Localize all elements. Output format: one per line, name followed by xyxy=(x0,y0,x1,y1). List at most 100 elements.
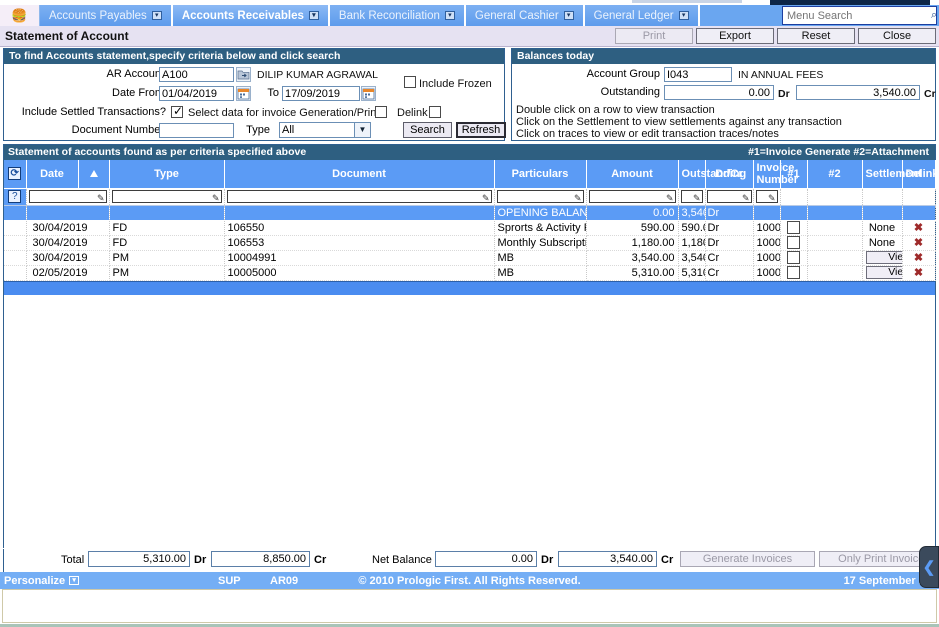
column-header-outstanding[interactable]: Outstanding xyxy=(678,160,746,189)
close-button[interactable]: Close xyxy=(858,28,936,44)
menu-tab-accounts-payables[interactable]: Accounts Payables ▾ xyxy=(40,5,173,26)
delete-x-icon[interactable]: ✖ xyxy=(902,265,936,281)
filter-amount-cell[interactable]: ✎ xyxy=(586,188,679,206)
reset-button[interactable]: Reset xyxy=(777,28,855,44)
filter-amount-input[interactable]: ✎ xyxy=(588,190,676,203)
table-row[interactable]: 02/05/2019 PM 10005000 MB 5,310.00 5,310… xyxy=(4,265,936,281)
cell-settlement[interactable]: None xyxy=(862,235,903,251)
cell-hash1[interactable] xyxy=(780,235,808,251)
opening-date xyxy=(26,205,110,221)
include-settled-checkbox[interactable] xyxy=(171,104,183,118)
chevron-down-icon: ▾ xyxy=(308,11,319,20)
filter-document-cell[interactable]: ✎ xyxy=(224,188,495,206)
cell-date: 30/04/2019 xyxy=(26,235,110,251)
app-logo-button[interactable]: 🍔 xyxy=(0,5,40,26)
main-menu-bar: 🍔 Accounts Payables ▾ Accounts Receivabl… xyxy=(0,5,939,26)
menu-tab-general-ledger[interactable]: General Ledger ▾ xyxy=(584,5,700,26)
filter-date-cell[interactable]: ✎ xyxy=(26,188,110,206)
type-select[interactable]: All xyxy=(279,122,371,138)
row-index[interactable] xyxy=(4,220,27,236)
total-cr-input[interactable] xyxy=(211,551,310,567)
date-to-input[interactable] xyxy=(282,86,360,101)
column-header-invoice-number[interactable]: Invoice Number xyxy=(753,160,798,189)
delete-x-icon[interactable]: ✖ xyxy=(902,235,936,251)
print-button[interactable]: Print xyxy=(615,28,693,44)
page-title: Statement of Account xyxy=(5,29,129,43)
filter-outstanding-cell[interactable]: ✎ xyxy=(678,188,706,206)
refresh-button[interactable]: Refresh xyxy=(456,122,506,138)
column-header-delink[interactable]: Delink xyxy=(902,160,939,189)
menu-tab-bank-reconciliation[interactable]: Bank Reconciliation ▾ xyxy=(329,5,466,26)
invoice-generate-checkbox[interactable] xyxy=(787,221,800,234)
column-header-date[interactable]: Date xyxy=(26,160,79,189)
column-label: Particulars xyxy=(511,167,569,180)
filter-document-input[interactable]: ✎ xyxy=(226,190,492,203)
settlement-view-button[interactable]: View xyxy=(865,251,901,264)
delete-x-icon[interactable]: ✖ xyxy=(902,250,936,266)
column-header-settlement[interactable]: Settlement xyxy=(862,160,922,189)
table-row[interactable]: 30/04/2019 FD 106553 Monthly Subscriptio… xyxy=(4,235,936,251)
column-header-document[interactable]: Document xyxy=(224,160,495,189)
row-index[interactable] xyxy=(4,265,27,281)
outstanding-dr-input[interactable] xyxy=(664,85,774,100)
delete-x-icon[interactable]: ✖ xyxy=(902,220,936,236)
account-group-input[interactable] xyxy=(664,67,732,82)
invoice-generate-checkbox[interactable] xyxy=(787,251,800,264)
filter-outstanding-input[interactable]: ✎ xyxy=(680,190,703,203)
panel-slide-tab[interactable]: ❮ xyxy=(919,546,939,588)
column-header-hash2[interactable]: #2 xyxy=(807,160,863,189)
date-from-input[interactable] xyxy=(159,86,234,101)
filter-type-input[interactable]: ✎ xyxy=(111,190,222,203)
ar-account-input[interactable] xyxy=(159,67,234,82)
folder-lookup-icon[interactable] xyxy=(236,67,251,82)
filter-help-icon[interactable]: ? xyxy=(8,190,22,203)
filter-help-cell[interactable]: ? xyxy=(4,188,27,206)
cell-hash1[interactable] xyxy=(780,220,808,236)
delink-checkbox[interactable] xyxy=(429,106,441,118)
menu-tab-general-cashier[interactable]: General Cashier ▾ xyxy=(465,5,585,26)
table-row[interactable]: 30/04/2019 PM 10004991 MB 3,540.00 3,540… xyxy=(4,250,936,266)
filter-type-cell[interactable]: ✎ xyxy=(109,188,225,206)
filter-drcr-cell[interactable]: ✎ xyxy=(705,188,754,206)
total-dr-label: Dr xyxy=(194,554,207,566)
row-index[interactable] xyxy=(4,235,27,251)
opening-balance-row[interactable]: OPENING BALANCE 0.00 3,540.00 Dr xyxy=(4,205,936,221)
refresh-circle-icon[interactable]: ⟳ xyxy=(8,167,22,181)
export-button[interactable]: Export xyxy=(696,28,774,44)
filter-particulars-input[interactable]: ✎ xyxy=(496,190,584,203)
filter-particulars-cell[interactable]: ✎ xyxy=(494,188,587,206)
include-frozen-checkbox[interactable] xyxy=(404,76,416,88)
table-row[interactable]: 30/04/2019 FD 106550 Sprorts & Activity … xyxy=(4,220,936,236)
outstanding-cr-input[interactable] xyxy=(796,85,920,100)
cell-settlement[interactable]: View xyxy=(862,265,903,281)
generate-invoices-button[interactable]: Generate Invoices xyxy=(680,551,815,567)
filter-drcr-input[interactable]: ✎ xyxy=(706,190,752,203)
net-dr-input[interactable] xyxy=(435,551,537,567)
select-invoice-checkbox[interactable] xyxy=(375,106,387,118)
cell-settlement[interactable]: None xyxy=(862,220,903,236)
total-dr-input[interactable] xyxy=(88,551,190,567)
menu-search-input[interactable] xyxy=(783,8,931,23)
cell-hash1[interactable] xyxy=(780,265,808,281)
filter-date-input[interactable]: ✎ xyxy=(28,190,107,203)
column-header-type[interactable]: Type xyxy=(109,160,225,189)
search-button[interactable]: Search xyxy=(403,122,452,138)
grid-refresh-header[interactable]: ⟳ xyxy=(4,160,27,189)
menu-tab-accounts-receivables[interactable]: Accounts Receivables ▾ xyxy=(172,5,330,26)
filter-invoice-cell[interactable]: ✎ xyxy=(753,188,781,206)
search-icon[interactable]: ⌕ xyxy=(931,9,937,22)
cell-settlement[interactable]: View xyxy=(862,250,903,266)
row-index[interactable] xyxy=(4,250,27,266)
filter-invoice-input[interactable]: ✎ xyxy=(755,190,778,203)
invoice-generate-checkbox[interactable] xyxy=(787,266,800,279)
column-header-particulars[interactable]: Particulars xyxy=(494,160,587,189)
calendar-icon[interactable] xyxy=(361,86,376,101)
cell-hash1[interactable] xyxy=(780,250,808,266)
net-cr-input[interactable] xyxy=(558,551,657,567)
document-number-input[interactable] xyxy=(159,123,234,138)
calendar-icon[interactable] xyxy=(236,86,251,101)
invoice-generate-checkbox[interactable] xyxy=(787,236,800,249)
column-header-amount[interactable]: Amount xyxy=(586,160,679,189)
chevron-down-icon: ▾ xyxy=(563,11,574,20)
settlement-view-button[interactable]: View xyxy=(865,266,901,279)
